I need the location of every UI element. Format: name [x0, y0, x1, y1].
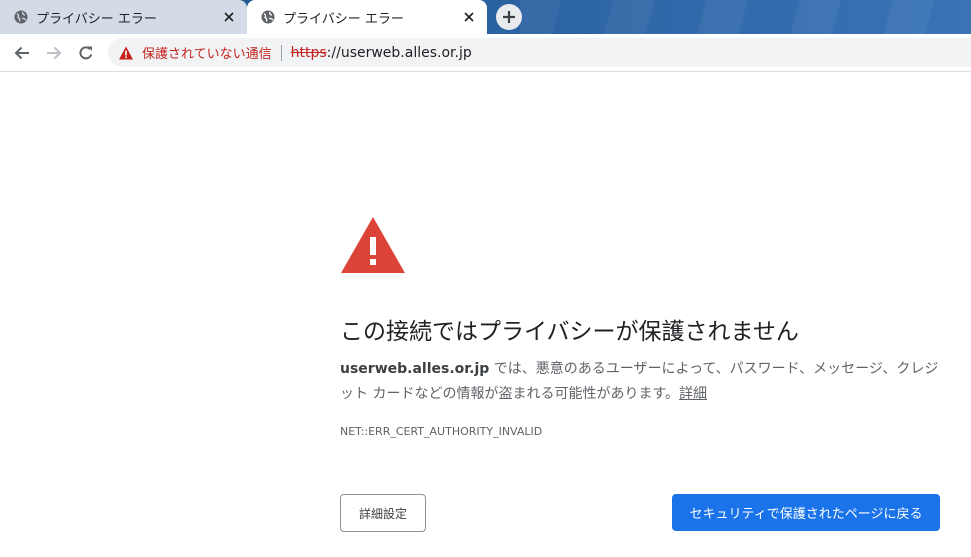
details-link[interactable]: 詳細 — [679, 386, 707, 402]
error-message: userweb.alles.or.jp では、悪意のあるユーザーによって、パスワ… — [340, 357, 940, 407]
globe-icon — [14, 10, 28, 24]
warning-icon[interactable] — [118, 45, 134, 61]
url-scheme: https — [290, 44, 327, 61]
tab-privacy-error-2[interactable]: プライバシー エラー — [247, 0, 487, 34]
url-text[interactable]: https://userweb.alles.or.jp — [291, 45, 472, 61]
url-rest: ://userweb.alles.or.jp — [326, 44, 472, 61]
close-icon[interactable] — [221, 9, 237, 25]
tab-strip: プライバシー エラー プライバシー エラー — [0, 0, 971, 34]
plus-icon — [503, 11, 515, 23]
privacy-error-page: この接続ではプライバシーが保護されません userweb.alles.or.jp… — [0, 72, 971, 557]
warning-triangle-icon — [341, 217, 405, 273]
reload-button[interactable] — [72, 39, 100, 67]
reload-icon — [79, 46, 93, 60]
error-headline: この接続ではプライバシーが保護されません — [340, 319, 799, 345]
tab-label: プライバシー エラー — [36, 11, 157, 27]
advanced-button[interactable]: 詳細設定 — [340, 494, 426, 532]
toolbar: 保護されていない通信 https://userweb.alles.or.jp — [0, 34, 971, 72]
close-icon[interactable] — [461, 9, 477, 25]
globe-icon — [261, 10, 275, 24]
address-bar[interactable]: 保護されていない通信 https://userweb.alles.or.jp — [108, 38, 971, 67]
back-button[interactable] — [8, 39, 36, 67]
arrow-left-icon — [14, 46, 29, 60]
url-separator — [280, 44, 282, 61]
forward-button[interactable] — [40, 39, 68, 67]
arrow-right-icon — [47, 46, 62, 60]
browser-window: プライバシー エラー プライバシー エラー 保護されていない通信 https:/… — [0, 0, 971, 557]
tab-label: プライバシー エラー — [283, 11, 404, 27]
tab-privacy-error-1[interactable]: プライバシー エラー — [0, 0, 247, 34]
security-status-label[interactable]: 保護されていない通信 — [142, 43, 272, 62]
error-code: NET::ERR_CERT_AUTHORITY_INVALID — [340, 425, 543, 438]
back-to-safety-button[interactable]: セキュリティで保護されたページに戻る — [672, 494, 940, 531]
new-tab-button[interactable] — [496, 4, 522, 30]
error-host: userweb.alles.or.jp — [340, 361, 490, 377]
